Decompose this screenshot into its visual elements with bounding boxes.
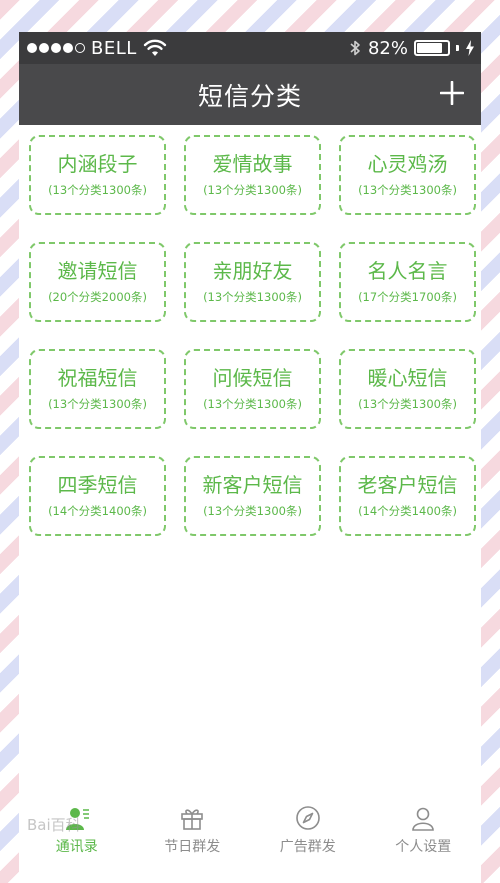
category-card[interactable]: 内涵段子 (13个分类1300条) — [29, 135, 166, 215]
category-title: 祝福短信 — [57, 366, 138, 390]
category-title: 邀请短信 — [57, 259, 138, 283]
phone-screen: BELL 82% 短信分类 内涵段子 (13个分类1300条) 爱情故事 (13… — [19, 32, 481, 883]
category-grid: 内涵段子 (13个分类1300条) 爱情故事 (13个分类1300条) 心灵鸡汤 (13个… — [19, 125, 481, 536]
category-count: (13个分类1300条) — [48, 397, 147, 411]
contacts-icon — [65, 807, 89, 830]
tab-gift[interactable]: 节日群发 — [135, 795, 251, 865]
category-card[interactable]: 祝福短信 (13个分类1300条) — [29, 349, 166, 429]
tab-contacts[interactable]: 通讯录 — [19, 795, 135, 865]
category-count: (13个分类1300条) — [203, 397, 302, 411]
battery-icon — [414, 40, 450, 56]
category-title: 名人名言 — [367, 259, 448, 283]
category-title: 暖心短信 — [367, 366, 448, 390]
category-title: 老客户短信 — [357, 473, 458, 497]
category-title: 新客户短信 — [202, 473, 303, 497]
tab-label: 个人设置 — [395, 838, 452, 855]
compass-icon — [295, 805, 320, 830]
person-icon — [412, 807, 435, 831]
category-count: (17个分类1700条) — [358, 290, 457, 304]
navigation-bar: 短信分类 — [19, 64, 481, 125]
category-title: 心灵鸡汤 — [367, 152, 448, 176]
category-card[interactable]: 邀请短信 (20个分类2000条) — [29, 242, 166, 322]
carrier-name: BELL — [91, 37, 137, 59]
page-title: 短信分类 — [197, 81, 302, 111]
category-count: (14个分类1400条) — [358, 504, 457, 518]
add-button[interactable] — [435, 76, 469, 110]
category-card[interactable]: 四季短信 (14个分类1400条) — [29, 456, 166, 536]
category-card[interactable]: 老客户短信 (14个分类1400条) — [339, 456, 476, 536]
category-card[interactable]: 亲朋好友 (13个分类1300条) — [184, 242, 321, 322]
category-count: (13个分类1300条) — [48, 183, 147, 197]
category-count: (13个分类1300条) — [358, 397, 457, 411]
tab-person[interactable]: 个人设置 — [366, 795, 482, 865]
battery-tip — [456, 45, 459, 51]
category-count: (20个分类2000条) — [48, 290, 147, 304]
category-title: 爱情故事 — [212, 152, 293, 176]
category-count: (13个分类1300条) — [203, 290, 302, 304]
status-bar: BELL 82% — [19, 32, 481, 64]
battery-percent: 82% — [367, 37, 408, 59]
signal-strength-icon — [27, 43, 85, 53]
category-card[interactable]: 爱情故事 (13个分类1300条) — [184, 135, 321, 215]
category-count: (13个分类1300条) — [203, 183, 302, 197]
category-title: 四季短信 — [57, 473, 138, 497]
category-count: (13个分类1300条) — [203, 504, 302, 518]
tab-label: 广告群发 — [279, 838, 336, 855]
tab-compass[interactable]: 广告群发 — [250, 795, 366, 865]
tab-label: 节日群发 — [164, 838, 221, 855]
tab-label: 通讯录 — [55, 838, 98, 855]
category-card[interactable]: 新客户短信 (13个分类1300条) — [184, 456, 321, 536]
category-count: (14个分类1400条) — [48, 504, 147, 518]
category-card[interactable]: 问候短信 (13个分类1300条) — [184, 349, 321, 429]
gift-icon — [181, 808, 204, 830]
tab-bar: 通讯录 节日群发 广告群发 个人设置 — [19, 795, 481, 865]
charging-bolt-icon — [466, 40, 474, 56]
wifi-icon — [143, 39, 166, 56]
category-title: 问候短信 — [212, 366, 293, 390]
plus-icon — [440, 81, 464, 105]
category-card[interactable]: 心灵鸡汤 (13个分类1300条) — [339, 135, 476, 215]
category-card[interactable]: 暖心短信 (13个分类1300条) — [339, 349, 476, 429]
category-title: 内涵段子 — [57, 152, 138, 176]
bluetooth-icon — [350, 40, 360, 56]
category-title: 亲朋好友 — [212, 259, 293, 283]
category-card[interactable]: 名人名言 (17个分类1700条) — [339, 242, 476, 322]
category-count: (13个分类1300条) — [358, 183, 457, 197]
